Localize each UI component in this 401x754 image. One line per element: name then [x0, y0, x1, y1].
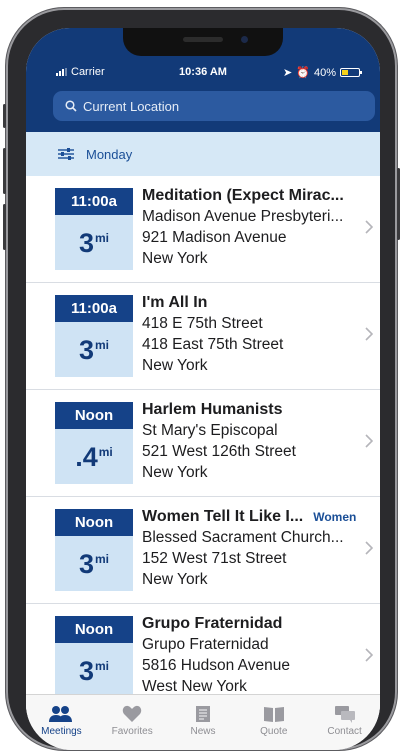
volume-up-button — [3, 148, 6, 194]
distance-unit: mi — [95, 231, 110, 245]
meeting-location: Grupo Fraternidad — [142, 636, 269, 653]
meeting-distance: 3 — [78, 228, 94, 258]
meeting-name: Harlem Humanists — [142, 401, 283, 418]
tab-label: Contact — [327, 726, 362, 737]
meeting-address: 5816 Hudson Avenue — [142, 657, 290, 674]
meeting-row[interactable]: 11:00a 3 mi I'm All In 418 E 75th Street … — [26, 283, 380, 390]
search-placeholder: Current Location — [83, 98, 180, 114]
tab-label: News — [190, 726, 216, 737]
meeting-list: 11:00a 3 mi Meditation (Expect Mirac... M… — [26, 176, 380, 711]
meeting-type-tag: Women — [313, 510, 357, 524]
meeting-location: Blessed Sacrament Church... — [142, 529, 344, 546]
meeting-time: Noon — [55, 402, 133, 429]
filter-sliders-icon — [58, 148, 74, 160]
heart-icon — [122, 705, 142, 722]
tab-meetings[interactable]: Meetings — [26, 695, 97, 750]
time-distance-badge: 11:00a 3 mi — [55, 188, 133, 270]
meeting-time: Noon — [55, 509, 133, 536]
distance-unit: mi — [95, 659, 110, 673]
tab-bar: Meetings Favorites News Quote Contact — [26, 694, 380, 750]
search-input[interactable]: Current Location — [53, 91, 375, 121]
meeting-address: 521 West 126th Street — [142, 443, 296, 460]
meeting-address: 921 Madison Avenue — [142, 229, 287, 246]
meeting-city: New York — [142, 250, 208, 267]
alarm-icon: ⏰ — [296, 67, 310, 79]
chat-icon — [334, 706, 355, 723]
meeting-time: 11:00a — [55, 295, 133, 322]
meeting-name: Grupo Fraternidad — [142, 615, 283, 632]
people-icon — [49, 706, 73, 722]
meeting-city: New York — [142, 357, 208, 374]
meeting-name: Women Tell It Like I... — [142, 508, 304, 525]
chevron-right-icon — [365, 327, 373, 341]
meeting-address: 152 West 71st Street — [142, 550, 287, 567]
mute-switch — [3, 104, 6, 128]
meeting-time: 11:00a — [55, 188, 133, 215]
meeting-time: Noon — [55, 616, 133, 643]
meeting-city: New York — [142, 571, 208, 588]
meeting-row[interactable]: 11:00a 3 mi Meditation (Expect Mirac... M… — [26, 176, 380, 283]
phone-frame: Carrier 10:36 AM ➤ ⏰ 40% Current Locatio… — [3, 8, 400, 750]
chevron-right-icon — [365, 434, 373, 448]
distance-unit: mi — [98, 445, 113, 459]
chevron-right-icon — [365, 220, 373, 234]
filter-day-label: Monday — [86, 146, 133, 162]
meeting-location: 418 E 75th Street — [142, 315, 263, 332]
location-arrow-icon: ➤ — [283, 67, 293, 79]
meeting-row[interactable]: Noon 3 mi Women Tell It Like I... Women Bl… — [26, 497, 380, 604]
tab-label: Meetings — [41, 726, 82, 737]
meeting-name: I'm All In — [142, 294, 208, 311]
power-button — [397, 168, 400, 240]
meeting-location: St Mary's Episcopal — [142, 422, 278, 439]
search-icon — [65, 100, 77, 112]
tab-label: Quote — [260, 726, 288, 737]
time-distance-badge: 11:00a 3 mi — [55, 295, 133, 377]
battery-percent: 40% — [313, 66, 336, 79]
day-filter[interactable]: Monday — [26, 132, 380, 176]
distance-unit: mi — [95, 338, 110, 352]
document-icon — [195, 706, 210, 722]
book-icon — [263, 707, 284, 722]
meeting-distance: .4 — [75, 442, 98, 472]
time-distance-badge: Noon 3 mi — [55, 509, 133, 591]
screen: Carrier 10:36 AM ➤ ⏰ 40% Current Locatio… — [26, 28, 380, 750]
status-bar: Carrier 10:36 AM ➤ ⏰ 40% — [26, 66, 380, 82]
meeting-location: Madison Avenue Presbyteri... — [142, 208, 344, 225]
tab-label: Favorites — [111, 726, 153, 737]
meeting-distance: 3 — [78, 656, 94, 686]
time-distance-badge: Noon .4 mi — [55, 402, 133, 484]
volume-down-button — [3, 204, 6, 250]
meeting-distance: 3 — [78, 335, 94, 365]
time-distance-badge: Noon 3 mi — [55, 616, 133, 698]
meeting-address: 418 East 75th Street — [142, 336, 284, 353]
tab-news[interactable]: News — [168, 695, 239, 750]
tab-quote[interactable]: Quote — [238, 695, 309, 750]
distance-unit: mi — [95, 552, 110, 566]
chevron-right-icon — [365, 648, 373, 662]
meeting-city: New York — [142, 464, 208, 481]
battery-icon — [340, 68, 362, 77]
meeting-distance: 3 — [78, 549, 94, 579]
tab-favorites[interactable]: Favorites — [97, 695, 168, 750]
chevron-right-icon — [365, 541, 373, 555]
meeting-name: Meditation (Expect Mirac... — [142, 187, 344, 204]
meeting-row[interactable]: Noon .4 mi Harlem Humanists St Mary's Epi… — [26, 390, 380, 497]
notch — [123, 28, 283, 56]
tab-contact[interactable]: Contact — [309, 695, 380, 750]
